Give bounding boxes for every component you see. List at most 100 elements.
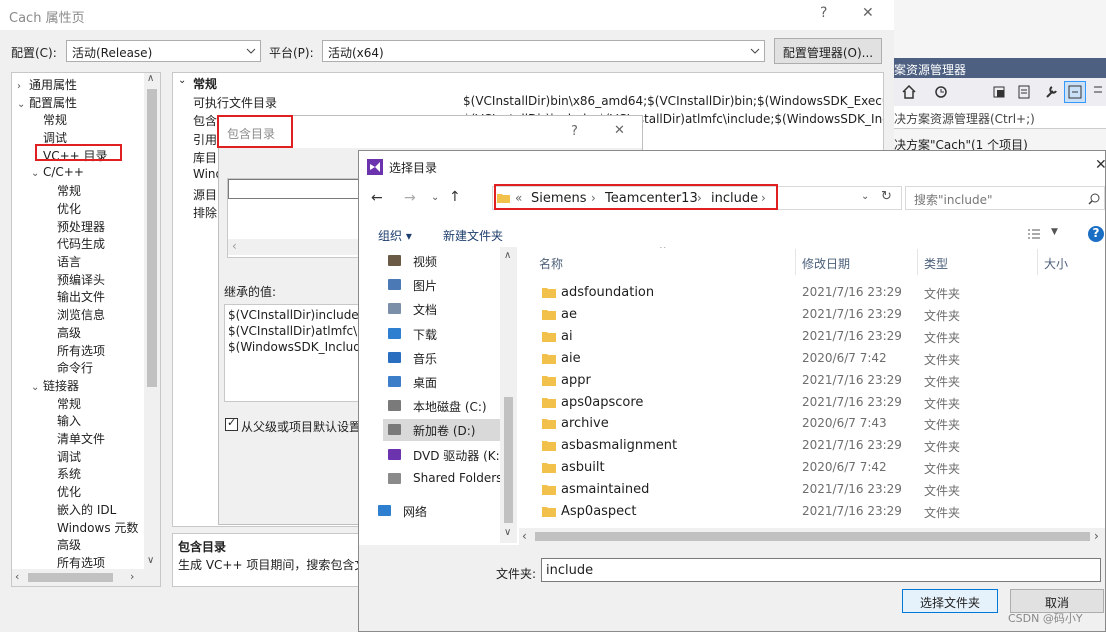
config-combo[interactable]: 活动(Release) [66,40,261,62]
folder-input[interactable]: include [541,558,1101,582]
file-row[interactable]: aie 2020/6/7 7:42 文件夹 [519,348,1105,370]
nav-item[interactable]: 本地磁盘 (C:) [383,395,517,417]
tree-item[interactable]: 清单文件 [45,430,105,447]
tree-item[interactable]: 常规 [45,182,81,199]
file-list-hscroll[interactable]: ‹ › [519,528,1105,545]
expander-icon[interactable]: › [17,81,29,92]
column-divider[interactable] [795,249,796,275]
platform-combo[interactable]: 活动(x64) [322,40,765,62]
tree-item[interactable]: 常规 [31,111,67,128]
inherit-checkbox[interactable]: ✓ [225,416,238,431]
grid-section-header[interactable]: ⌄ 常规 [173,73,883,91]
tree-hscroll-thumb[interactable] [28,573,113,582]
tree-item[interactable]: 常规 [45,395,81,412]
column-divider[interactable] [1037,249,1038,275]
expander-icon[interactable]: ⌄ [17,99,29,110]
new-folder-button[interactable]: 新建文件夹 [443,227,503,244]
column-type[interactable]: 类型 [924,255,948,272]
include-help-button[interactable]: ? [571,124,578,139]
column-name[interactable]: 名称 [539,255,563,272]
file-hscroll-thumb[interactable] [535,532,1090,541]
tree-item[interactable]: 输出文件 [45,288,105,305]
file-row[interactable]: adsfoundation 2021/7/16 23:29 文件夹 [519,282,1105,304]
more-icon[interactable] [1092,85,1104,99]
expander-icon[interactable]: ⌄ [31,382,43,393]
tree-item[interactable]: 代码生成 [45,235,105,252]
tree-scroll-thumb[interactable] [147,89,157,387]
tree-item[interactable]: › 通用属性 [17,76,77,93]
scroll-down-icon[interactable]: ∨ [504,527,511,538]
nav-item[interactable]: 音乐 [383,347,517,369]
column-divider[interactable] [917,249,918,275]
tree-item[interactable]: 预处理器 [45,218,105,235]
include-dirs-list[interactable]: ‹ [227,178,369,258]
organize-menu[interactable]: 组织 ▾ [378,227,412,244]
file-row[interactable]: appr 2021/7/16 23:29 文件夹 [519,370,1105,392]
file-row[interactable]: asbuilt 2020/6/7 7:42 文件夹 [519,457,1105,479]
back-arrow-icon[interactable]: ← [371,190,383,206]
tree-item[interactable]: 优化 [45,483,81,500]
nav-item[interactable]: 文档 [383,298,517,320]
help-icon[interactable]: ? [1088,226,1104,242]
history-icon[interactable] [934,85,948,99]
home-icon[interactable] [902,85,916,99]
tree-item[interactable]: 高级 [45,324,81,341]
close-button[interactable]: ✕ [862,5,874,21]
column-date[interactable]: 修改日期 [802,255,850,272]
recent-dropdown-icon[interactable]: ⌄ [431,192,439,203]
select-folder-button[interactable]: 选择文件夹 [902,589,998,613]
properties-wrench-icon[interactable] [1044,85,1058,99]
nav-item[interactable]: Shared Folders [383,468,517,490]
include-list-hscroll[interactable]: ‹ [228,239,366,255]
nav-scrollbar[interactable]: ∧ ∨ [500,247,517,543]
scroll-right-icon[interactable]: › [1094,529,1099,543]
config-manager-button[interactable]: 配置管理器(O)... [774,38,882,64]
up-arrow-icon[interactable]: ↑ [449,189,461,205]
refresh-icon[interactable]: ↻ [881,189,892,204]
view-dropdown-icon[interactable]: ▼ [1051,227,1058,237]
address-dropdown-icon[interactable]: ⌄ [861,191,869,202]
select-close-button[interactable]: ✕ [1095,157,1106,173]
file-row[interactable]: Asp0aspect 2021/7/16 23:29 文件夹 [519,501,1105,523]
collapse-icon[interactable] [992,85,1006,99]
nav-item[interactable]: DVD 驱动器 (K:) [383,444,517,466]
tree-item[interactable]: 优化 [45,200,81,217]
scroll-down-icon[interactable]: ∨ [147,555,154,566]
tree-item[interactable]: 所有选项 [45,342,105,359]
tree-item[interactable]: 预编译头 [45,271,105,288]
tree-vertical-scrollbar[interactable]: ∧ ∨ [144,73,160,569]
file-row[interactable]: asmaintained 2021/7/16 23:29 文件夹 [519,479,1105,501]
tree-item[interactable]: Windows 元数 [45,519,138,536]
nav-item[interactable]: 新加卷 (D:) [383,419,517,442]
tree-item[interactable]: 输入 [45,412,81,429]
tree-item[interactable]: 高级 [45,536,81,553]
file-row[interactable]: ai 2021/7/16 23:29 文件夹 [519,326,1105,348]
help-button[interactable]: ? [820,5,827,21]
tree-item[interactable]: ⌄ 配置属性 [17,94,77,111]
include-close-button[interactable]: ✕ [614,123,625,138]
preview-selected-button[interactable] [1064,81,1086,103]
show-all-files-icon[interactable] [1017,85,1031,99]
scroll-right-icon[interactable]: › [130,570,134,583]
solution-explorer-search[interactable]: 决方案资源管理器(Ctrl+;) [894,106,1106,129]
tree-item[interactable]: ⌄ 链接器 [31,377,79,394]
file-row[interactable]: ae 2021/7/16 23:29 文件夹 [519,304,1105,326]
forward-arrow-icon[interactable]: → [404,190,416,206]
inherit-checkbox-label[interactable]: 从父级或项目默认设置 [241,418,361,435]
file-row[interactable]: aps0apscore 2021/7/16 23:29 文件夹 [519,392,1105,414]
tree-item[interactable]: 命令行 [45,359,93,376]
tree-item[interactable]: ⌄ C/C++ [31,165,84,179]
scroll-up-icon[interactable]: ∧ [504,250,511,261]
nav-item[interactable]: 网络 [373,500,507,522]
tree-item[interactable]: 浏览信息 [45,306,105,323]
include-edit-row[interactable] [228,179,366,199]
nav-item[interactable]: 视频 [383,250,517,272]
column-size[interactable]: 大小 [1044,255,1068,272]
scroll-left-icon[interactable]: ‹ [522,529,527,543]
nav-scroll-thumb[interactable] [504,397,513,523]
scroll-up-icon[interactable]: ∧ [147,73,154,84]
tree-item[interactable]: 系统 [45,465,81,482]
file-row[interactable]: archive 2020/6/7 7:43 文件夹 [519,413,1105,435]
tree-item[interactable]: 语言 [45,253,81,270]
expander-icon[interactable]: ⌄ [31,168,43,179]
